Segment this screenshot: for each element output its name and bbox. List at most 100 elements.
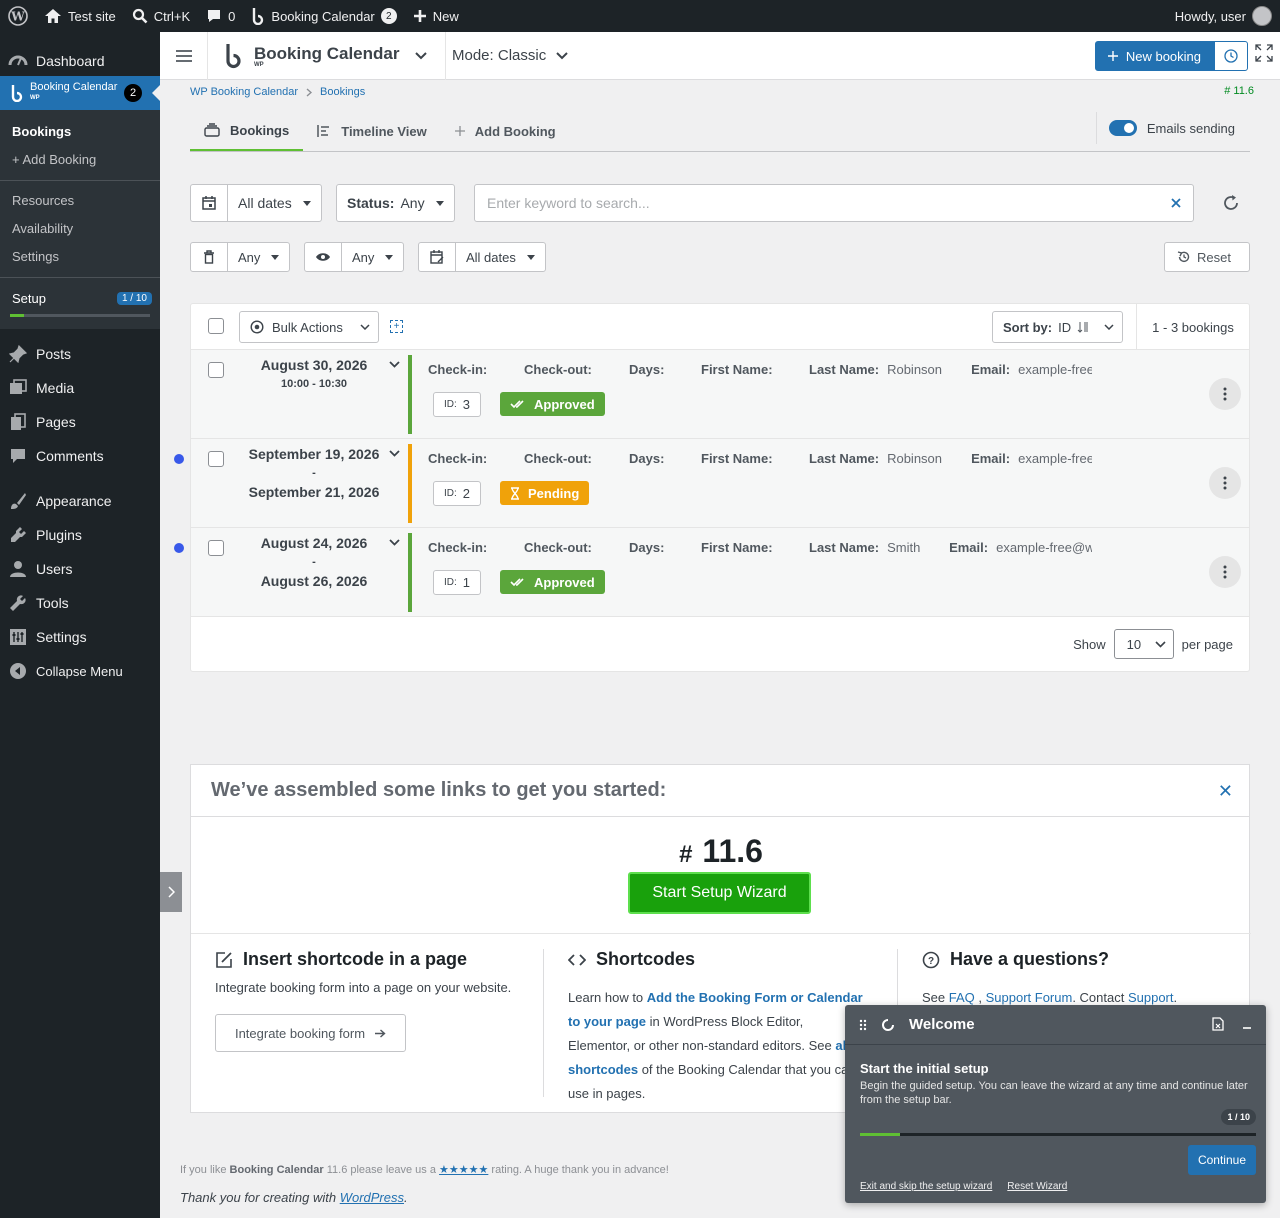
- add-column-icon[interactable]: +: [390, 320, 403, 333]
- submenu-settings[interactable]: Settings: [0, 243, 160, 271]
- dates-filter[interactable]: All dates: [190, 184, 322, 222]
- booking-calendar-link[interactable]: Booking Calendar 2: [243, 0, 404, 32]
- menu-booking-calendar[interactable]: Booking Calendar WP 2: [0, 76, 160, 110]
- status-label: Pending: [528, 485, 580, 501]
- row-actions-button[interactable]: [1209, 467, 1241, 499]
- site-link[interactable]: Test site: [36, 0, 124, 32]
- menu-tools[interactable]: Tools: [0, 586, 160, 620]
- reset-wizard-link[interactable]: Reset Wizard: [1007, 1181, 1067, 1192]
- chevron-down-icon[interactable]: [389, 361, 400, 368]
- per-page-select[interactable]: 10: [1113, 629, 1174, 659]
- submenu-bookings[interactable]: Bookings: [0, 118, 160, 146]
- status-filter[interactable]: Status: Any: [336, 184, 455, 222]
- row-checkbox[interactable]: [208, 451, 224, 467]
- menu-users[interactable]: Users: [0, 552, 160, 586]
- version-hash: #: [679, 841, 693, 868]
- fullscreen-button[interactable]: [1252, 41, 1276, 65]
- last-name-value: Smith: [887, 540, 921, 555]
- emails-sending-toggle[interactable]: Emails sending: [1095, 112, 1250, 144]
- brand-switcher[interactable]: Booking Calendar WP: [208, 31, 446, 80]
- minimize-icon[interactable]: [1242, 1019, 1252, 1029]
- id-value: 3: [462, 397, 471, 412]
- tab-add-booking[interactable]: Add Booking: [441, 111, 570, 151]
- history-button[interactable]: [1214, 41, 1248, 71]
- bulk-actions-select[interactable]: Bulk Actions: [239, 311, 379, 343]
- hamburger-menu-button[interactable]: [160, 31, 208, 80]
- breadcrumb-current[interactable]: Bookings: [320, 86, 365, 98]
- chevron-down-icon[interactable]: [389, 539, 400, 546]
- refresh-button[interactable]: [1212, 184, 1250, 222]
- clear-search-icon[interactable]: [1171, 198, 1181, 208]
- wordpress-link[interactable]: WordPress: [340, 1190, 404, 1205]
- menu-pages[interactable]: Pages: [0, 405, 160, 439]
- read-filter[interactable]: Any: [304, 242, 404, 272]
- integrate-booking-form-button[interactable]: Integrate booking form: [215, 1014, 406, 1052]
- tab-timeline[interactable]: Timeline View: [303, 111, 441, 151]
- search-icon: [132, 8, 148, 24]
- comments-link[interactable]: 0: [198, 0, 243, 32]
- exit-wizard-link[interactable]: Exit and skip the setup wizard: [860, 1181, 992, 1192]
- checkin-label: Check-in:: [428, 540, 488, 555]
- search-input[interactable]: Enter keyword to search...: [475, 195, 1171, 211]
- sort-select[interactable]: Sort by: ID: [992, 311, 1123, 343]
- booking-fields: Check-in: Check-out: Days: First Name: L…: [428, 540, 1092, 555]
- submenu-resources[interactable]: Resources: [0, 187, 160, 215]
- faq-link[interactable]: FAQ: [949, 990, 975, 1005]
- status-badge: Approved: [500, 570, 605, 594]
- reset-button[interactable]: Reset: [1164, 242, 1250, 272]
- created-date-filter[interactable]: All dates: [418, 242, 546, 272]
- row-checkbox[interactable]: [208, 362, 224, 378]
- submenu-add-booking[interactable]: + Add Booking: [0, 146, 160, 174]
- new-booking-button[interactable]: New booking: [1094, 41, 1214, 71]
- document-icon[interactable]: [1212, 1017, 1224, 1031]
- rating-stars-link[interactable]: ★★★★★: [439, 1164, 488, 1176]
- menu-posts[interactable]: Posts: [0, 337, 160, 371]
- booking-dates[interactable]: September 19, 2026 - September 21, 2026: [241, 445, 387, 502]
- breadcrumb-root[interactable]: WP Booking Calendar: [190, 86, 298, 98]
- booking-row: August 24, 2026 - August 26, 2026 Check-…: [174, 528, 1249, 617]
- close-icon[interactable]: ✕: [1218, 781, 1233, 802]
- submenu-availability[interactable]: Availability: [0, 215, 160, 243]
- tab-bookings[interactable]: Bookings: [190, 111, 304, 151]
- menu-comments[interactable]: Comments: [0, 439, 160, 473]
- status-label: Approved: [534, 396, 595, 412]
- booking-calendar-logo-icon: [251, 7, 265, 25]
- menu-plugins[interactable]: Plugins: [0, 518, 160, 552]
- mode-selector[interactable]: Mode: Classic: [446, 47, 568, 64]
- booking-dates[interactable]: August 30, 2026 10:00 - 10:30: [241, 356, 387, 394]
- row-actions-button[interactable]: [1209, 378, 1241, 410]
- booking-dates[interactable]: August 24, 2026 - August 26, 2026: [241, 534, 387, 591]
- continue-button[interactable]: Continue: [1187, 1145, 1256, 1175]
- user-menu[interactable]: Howdy, user: [1167, 0, 1280, 32]
- menu-media[interactable]: Media: [0, 371, 160, 405]
- submenu-setup[interactable]: Setup 1 / 10: [0, 284, 160, 312]
- plug-icon: [8, 525, 28, 545]
- id-value: 2: [462, 486, 471, 501]
- wizard-step-badge: 1 / 10: [1221, 1109, 1256, 1125]
- clock-icon: [1224, 49, 1238, 63]
- drag-handle-icon[interactable]: [859, 1019, 867, 1031]
- wordpress-logo-icon[interactable]: W: [0, 0, 36, 32]
- getting-started-header: We’ve assembled some links to get you st…: [191, 765, 1249, 817]
- caret-down-icon: [385, 254, 393, 260]
- menu-settings[interactable]: Settings: [0, 620, 160, 654]
- collapse-menu-button[interactable]: Collapse Menu: [0, 654, 160, 688]
- trash-filter[interactable]: Any: [190, 242, 290, 272]
- thanks-text: Thank you for creating with: [180, 1190, 340, 1205]
- booking-id: ID: 1: [433, 570, 482, 595]
- chevron-down-icon[interactable]: [389, 450, 400, 457]
- support-link[interactable]: Support: [1128, 990, 1174, 1005]
- id-label: ID:: [444, 399, 457, 410]
- row-actions-button[interactable]: [1209, 556, 1241, 588]
- menu-dashboard[interactable]: Dashboard: [0, 46, 160, 76]
- expand-panel-button[interactable]: [160, 872, 182, 912]
- toggle-switch[interactable]: [1108, 120, 1137, 136]
- row-checkbox[interactable]: [208, 540, 224, 556]
- select-all-checkbox[interactable]: [208, 318, 224, 334]
- insert-shortcode-text: Integrate booking form into a page on yo…: [215, 980, 512, 995]
- start-setup-wizard-button[interactable]: Start Setup Wizard: [628, 872, 811, 914]
- support-forum-link[interactable]: Support Forum: [986, 990, 1073, 1005]
- search-shortcut[interactable]: Ctrl+K: [124, 0, 198, 32]
- new-content-link[interactable]: New: [405, 0, 467, 32]
- menu-appearance[interactable]: Appearance: [0, 484, 160, 518]
